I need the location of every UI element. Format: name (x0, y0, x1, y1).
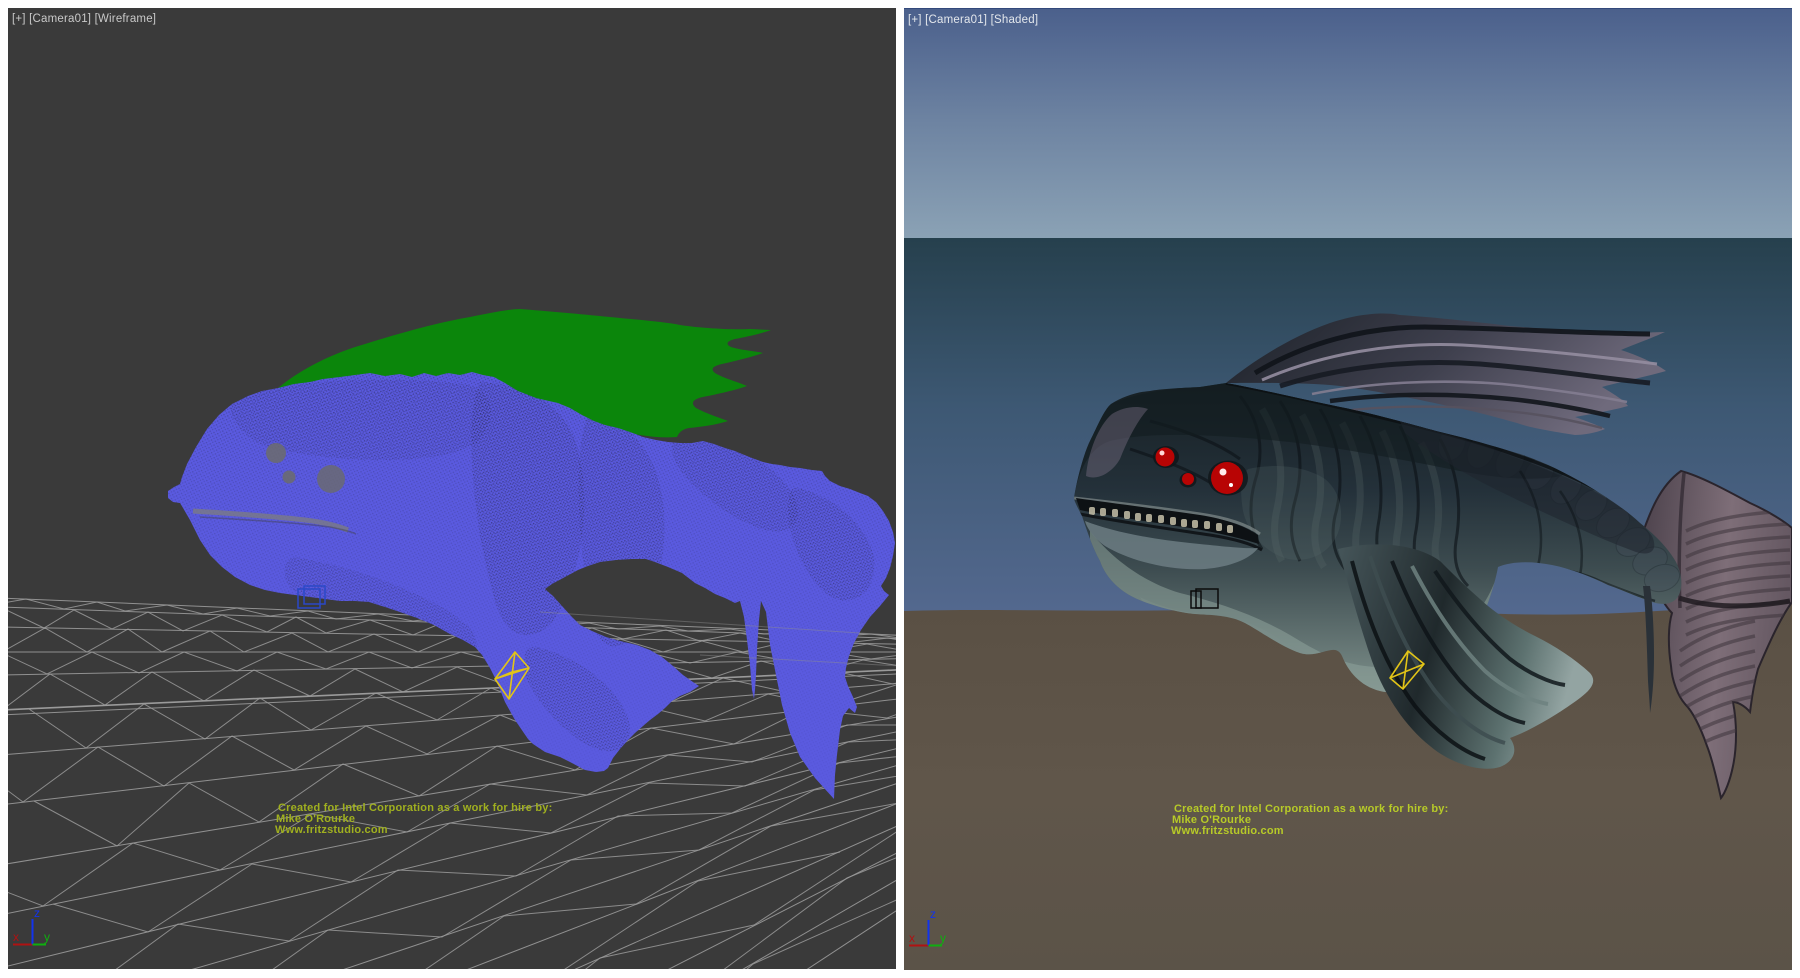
svg-text:y: y (44, 930, 50, 944)
svg-text:x: x (13, 930, 19, 944)
svg-text:y: y (940, 931, 946, 945)
svg-text:Www.fritzstudio.com: Www.fritzstudio.com (1171, 825, 1284, 837)
svg-text:Www.fritzstudio.com: Www.fritzstudio.com (275, 824, 388, 836)
svg-text:z: z (34, 906, 40, 920)
svg-text:x: x (909, 931, 915, 945)
svg-text:z: z (930, 907, 936, 921)
svg-text:[+] [Camera01] [Wireframe]: [+] [Camera01] [Wireframe] (12, 13, 156, 25)
svg-text:[+] [Camera01] [Shaded]: [+] [Camera01] [Shaded] (908, 14, 1038, 26)
